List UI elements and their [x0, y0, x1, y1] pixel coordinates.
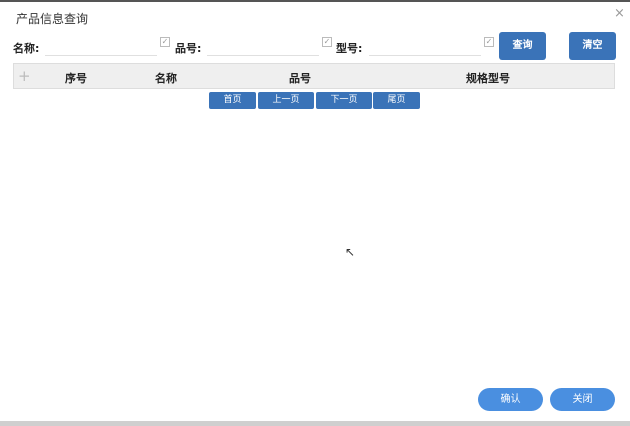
model-input[interactable] — [369, 36, 481, 56]
first-page-button[interactable]: 首页 — [209, 92, 256, 109]
confirm-button[interactable]: 确认 — [478, 388, 543, 411]
name-checkbox[interactable]: ✓ — [160, 37, 170, 47]
close-button[interactable]: 关闭 — [550, 388, 615, 411]
column-header: 序号 — [65, 72, 87, 85]
mouse-cursor-icon: ↖ — [345, 245, 356, 259]
prev-page-button[interactable]: 上一页 — [258, 92, 314, 109]
clear-button[interactable]: 清空 — [569, 32, 616, 60]
model-label: 型号: — [336, 42, 363, 55]
bottom-bar — [0, 421, 630, 426]
table-header: + 序号 名称 品号 规格型号 — [13, 63, 615, 89]
code-label: 品号: — [175, 42, 202, 55]
name-input[interactable] — [45, 36, 157, 56]
column-header: 名称 — [155, 72, 177, 85]
code-input[interactable] — [207, 36, 319, 56]
query-button[interactable]: 查询 — [499, 32, 546, 60]
code-checkbox[interactable]: ✓ — [322, 37, 332, 47]
model-checkbox[interactable]: ✓ — [484, 37, 494, 47]
add-icon[interactable]: + — [18, 67, 31, 85]
column-header: 规格型号 — [466, 72, 510, 85]
window-border — [0, 0, 630, 2]
column-header: 品号 — [289, 72, 311, 85]
next-page-button[interactable]: 下一页 — [316, 92, 372, 109]
last-page-button[interactable]: 尾页 — [373, 92, 420, 109]
dialog-title: 产品信息查询 — [16, 12, 89, 26]
name-label: 名称: — [13, 42, 40, 55]
close-icon[interactable]: × — [614, 6, 625, 21]
